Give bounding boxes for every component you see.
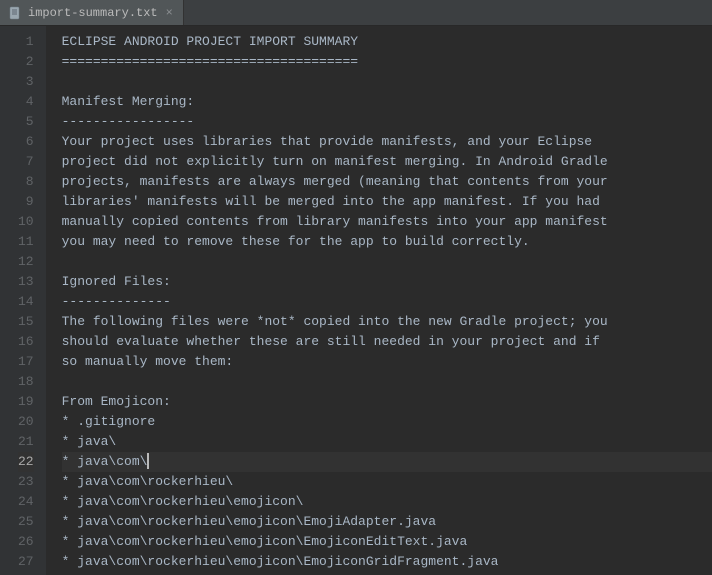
line-number-gutter: 1234567891011121314151617181920212223242… — [0, 26, 46, 575]
line-number: 8 — [18, 172, 34, 192]
text-caret — [147, 453, 149, 469]
line-number: 25 — [18, 512, 34, 532]
text-file-icon — [8, 6, 22, 20]
code-line: manually copied contents from library ma… — [62, 212, 712, 232]
line-number: 15 — [18, 312, 34, 332]
line-number: 20 — [18, 412, 34, 432]
code-line: * java\ — [62, 432, 712, 452]
line-number: 3 — [18, 72, 34, 92]
line-number: 26 — [18, 532, 34, 552]
line-number: 22 — [18, 452, 34, 472]
line-number: 4 — [18, 92, 34, 112]
code-line: so manually move them: — [62, 352, 712, 372]
code-line: Your project uses libraries that provide… — [62, 132, 712, 152]
line-number: 11 — [18, 232, 34, 252]
line-number: 24 — [18, 492, 34, 512]
code-line: * java\com\rockerhieu\emojicon\EmojiconG… — [62, 552, 712, 572]
code-line: * .gitignore — [62, 412, 712, 432]
code-line: * java\com\rockerhieu\emojicon\EmojiAdap… — [62, 512, 712, 532]
line-number: 6 — [18, 132, 34, 152]
line-number: 19 — [18, 392, 34, 412]
code-line: Ignored Files: — [62, 272, 712, 292]
line-number: 10 — [18, 212, 34, 232]
close-icon[interactable]: × — [164, 7, 175, 19]
line-number: 5 — [18, 112, 34, 132]
code-line: -------------- — [62, 292, 712, 312]
line-number: 14 — [18, 292, 34, 312]
code-line: The following files were *not* copied in… — [62, 312, 712, 332]
code-line: projects, manifests are always merged (m… — [62, 172, 712, 192]
line-number: 7 — [18, 152, 34, 172]
line-number: 17 — [18, 352, 34, 372]
code-line: * java\com\rockerhieu\emojicon\ — [62, 492, 712, 512]
line-number: 13 — [18, 272, 34, 292]
line-number: 12 — [18, 252, 34, 272]
code-line — [62, 72, 712, 92]
tab-bar: import-summary.txt × — [0, 0, 712, 26]
code-line: * java\com\rockerhieu\emojicon\EmojiconE… — [62, 532, 712, 552]
line-number: 23 — [18, 472, 34, 492]
code-line: Manifest Merging: — [62, 92, 712, 112]
line-number: 1 — [18, 32, 34, 52]
tab-filename: import-summary.txt — [28, 6, 158, 20]
code-line: ====================================== — [62, 52, 712, 72]
line-number: 18 — [18, 372, 34, 392]
line-number: 2 — [18, 52, 34, 72]
code-line — [62, 252, 712, 272]
code-content[interactable]: ECLIPSE ANDROID PROJECT IMPORT SUMMARY==… — [46, 26, 712, 575]
code-line: ----------------- — [62, 112, 712, 132]
code-line: * java\com\rockerhieu\ — [62, 472, 712, 492]
line-number: 16 — [18, 332, 34, 352]
code-line: libraries' manifests will be merged into… — [62, 192, 712, 212]
file-tab[interactable]: import-summary.txt × — [0, 0, 184, 25]
code-line: ECLIPSE ANDROID PROJECT IMPORT SUMMARY — [62, 32, 712, 52]
line-number: 9 — [18, 192, 34, 212]
code-line: project did not explicitly turn on manif… — [62, 152, 712, 172]
code-line: you may need to remove these for the app… — [62, 232, 712, 252]
line-number: 21 — [18, 432, 34, 452]
code-line — [62, 372, 712, 392]
editor-area: 1234567891011121314151617181920212223242… — [0, 26, 712, 575]
code-line: From Emojicon: — [62, 392, 712, 412]
code-line: * java\com\ — [62, 452, 712, 472]
code-line: should evaluate whether these are still … — [62, 332, 712, 352]
line-number: 27 — [18, 552, 34, 572]
